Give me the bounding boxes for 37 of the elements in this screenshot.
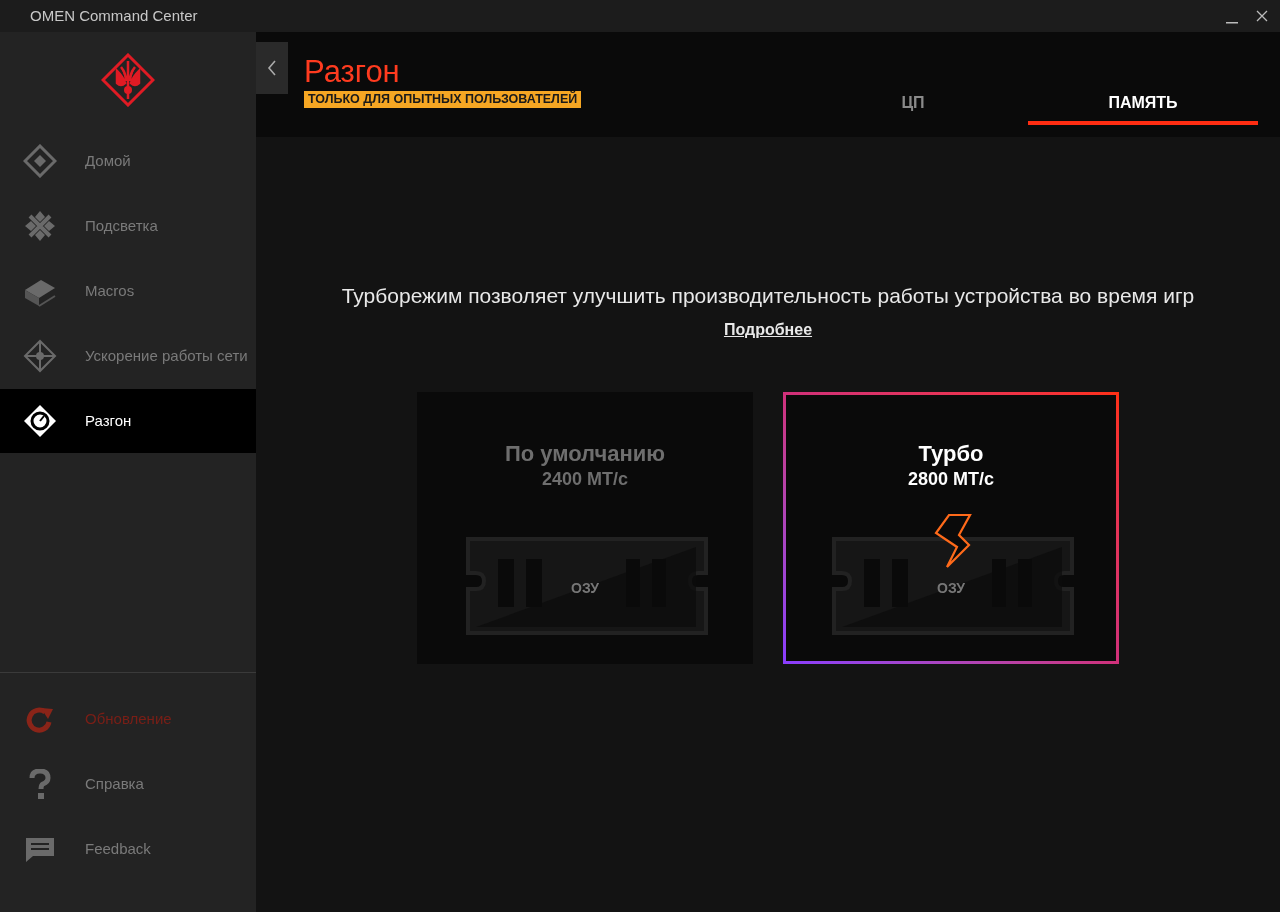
- sidebar-item[interactable]: Feedback: [0, 817, 256, 882]
- window-title: OMEN Command Center: [30, 5, 198, 26]
- memory-module-icon: [466, 537, 708, 635]
- sidebar-item[interactable]: Домой: [0, 129, 256, 193]
- close-button[interactable]: [1254, 8, 1270, 24]
- chip-label: ОЗУ: [570, 579, 600, 598]
- lightning-bolt-icon: [933, 513, 973, 569]
- mode-title: Турбо: [918, 440, 984, 468]
- sidebar-item[interactable]: Ускорение работы сети: [0, 324, 256, 388]
- gauge-icon: [23, 404, 57, 438]
- minimize-icon: [1226, 22, 1238, 24]
- memory-module-icon: [832, 537, 1074, 635]
- chip-label: ОЗУ: [936, 579, 966, 598]
- speech-bubble-icon: [25, 836, 55, 863]
- diamond-icon: [23, 144, 57, 178]
- page-title: Разгон: [304, 54, 400, 90]
- close-icon: [1256, 10, 1268, 22]
- mode-card[interactable]: Турбо 2800 МТ/с ОЗУ: [783, 392, 1119, 664]
- mode-speed: 2400 МТ/с: [541, 468, 628, 490]
- sidebar-item[interactable]: Разгон: [0, 389, 256, 453]
- star-burst-icon: [23, 209, 57, 243]
- mode-card[interactable]: По умолчанию 2400 МТ/с ОЗУ: [417, 392, 753, 664]
- question-mark-icon: [28, 768, 52, 801]
- mode-speed: 2800 МТ/с: [907, 468, 994, 490]
- refresh-icon: [25, 705, 55, 734]
- sidebar-item[interactable]: Подсветка: [0, 194, 256, 258]
- tab[interactable]: ЦП: [798, 85, 1028, 125]
- description-text: Турборежим позволяет улучшить производительность работы устройства во время игр: [341, 283, 1195, 309]
- logo-icon: [101, 53, 155, 107]
- sidebar-item[interactable]: Macros: [0, 259, 256, 323]
- mode-title: По умолчанию: [504, 440, 666, 468]
- warning-badge: ТОЛЬКО ДЛЯ ОПЫТНЫХ ПОЛЬЗОВАТЕЛЕЙ: [304, 91, 582, 108]
- tab[interactable]: ПАМЯТЬ: [1028, 85, 1258, 125]
- more-info-link[interactable]: Подробнее: [723, 318, 813, 342]
- chevron-left-icon: [267, 60, 277, 76]
- sidebar-item[interactable]: Справка: [0, 752, 256, 817]
- network-diamond-icon: [23, 339, 57, 373]
